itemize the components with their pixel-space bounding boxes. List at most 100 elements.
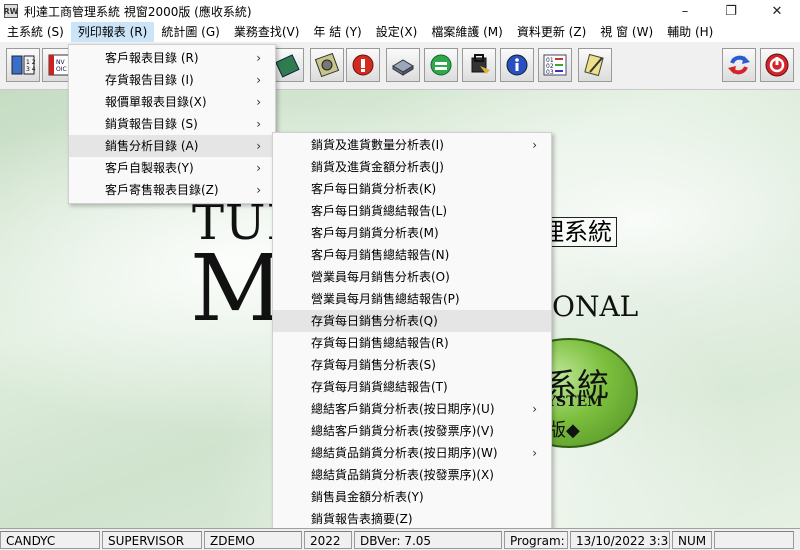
menu-item-label: 客戶自製報表(Y) — [105, 161, 194, 175]
oval-text-system: YSTEM — [546, 394, 603, 410]
menu-consignment-reports[interactable]: 客戶寄售報表目錄(Z) › — [69, 179, 275, 201]
status-company: ZDEMO — [204, 530, 302, 549]
book-button[interactable]: 1 23 4 — [6, 48, 40, 82]
svg-text:3 4: 3 4 — [26, 66, 36, 73]
restore-icon: ❐ — [725, 3, 737, 19]
close-icon: ✕ — [771, 3, 783, 19]
menu-item-label: 銷貨及進貨金額分析表(J) — [311, 160, 444, 174]
menu-sales-reports[interactable]: 銷貨報告目錄 (S) › — [69, 113, 275, 135]
status-db-version: DBVer: 7.05 — [354, 530, 502, 549]
oval-text-version: 版◆ — [548, 420, 580, 441]
edit-icon — [584, 53, 604, 77]
menu-sales-analysis[interactable]: 銷售分析目錄 (A) › — [69, 135, 275, 157]
menu-custom-reports[interactable]: 客戶自製報表(Y) › — [69, 157, 275, 179]
menu-item-label: 存貨每月銷售分析表(S) — [311, 358, 436, 372]
svg-text:03: 03 — [546, 69, 554, 76]
menu-item-label: 客戶每月銷貨分析表(M) — [311, 226, 439, 240]
submenu-item-m[interactable]: 客戶每月銷貨分析表(M) — [273, 222, 551, 244]
submenu-arrow-icon: › — [256, 95, 261, 109]
svg-text:OIC: OIC — [56, 66, 67, 73]
globe-icon — [430, 54, 452, 76]
submenu-item-r[interactable]: 存貨每日銷售總結報告(R) — [273, 332, 551, 354]
submenu-arrow-icon: › — [532, 138, 537, 152]
minimize-button[interactable]: – — [662, 0, 708, 22]
hard-drive-button[interactable] — [386, 48, 420, 82]
menu-item-label: 銷貨報告表摘要(Z) — [311, 512, 413, 526]
menu-item-label: 總結客戶銷貨分析表(按發票序)(V) — [311, 424, 494, 438]
gear-disk-button[interactable] — [310, 48, 344, 82]
menu-item-label: 總結貨品銷貨分析表(按發票序)(X) — [311, 468, 494, 482]
menu-print-reports[interactable]: 列印報表 (R) — [70, 22, 155, 42]
menu-item-label: 客戶每月銷售總結報告(N) — [311, 248, 450, 262]
menu-data-update[interactable]: 資料更新 (Z) — [510, 22, 593, 42]
status-bar: CANDYC SUPERVISOR ZDEMO 2022 DBVer: 7.05… — [0, 528, 800, 550]
menu-main-system[interactable]: 主系統 (S) — [0, 22, 71, 42]
menu-item-label: 客戶每日銷貨分析表(K) — [311, 182, 437, 196]
key-button[interactable] — [462, 48, 496, 82]
list-button[interactable]: 01 02 03 — [538, 48, 572, 82]
submenu-item-t[interactable]: 存貨每月銷貨總結報告(T) — [273, 376, 551, 398]
brand-text-m: M — [190, 235, 285, 342]
hard-drive-icon — [392, 59, 414, 76]
menu-item-label: 營業員每月銷售分析表(O) — [311, 270, 450, 284]
menu-quotation-reports[interactable]: 報價單報表目錄(X) › — [69, 91, 275, 113]
status-extra — [714, 530, 794, 549]
refresh-icon — [728, 55, 750, 75]
submenu-item-o[interactable]: 營業員每月銷售分析表(O) — [273, 266, 551, 288]
refresh-button[interactable] — [722, 48, 756, 82]
menu-item-label: 客戶報表目錄 (R) — [105, 51, 199, 65]
menu-year-end[interactable]: 年 結 (Y) — [306, 22, 368, 42]
menu-help[interactable]: 輔助 (H) — [660, 22, 720, 42]
minimize-icon: – — [681, 3, 689, 19]
submenu-item-v[interactable]: 總結客戶銷貨分析表(按發票序)(V) — [273, 420, 551, 442]
globe-button[interactable] — [424, 48, 458, 82]
brand-text-onal: ONAL — [552, 290, 639, 323]
menu-item-label: 銷貨報告目錄 (S) — [105, 117, 198, 131]
submenu-item-y[interactable]: 銷售員金額分析表(Y) — [273, 486, 551, 508]
menu-item-label: 營業員每月銷售總結報告(P) — [311, 292, 460, 306]
menu-window[interactable]: 視 窗 (W) — [593, 22, 660, 42]
submenu-item-x[interactable]: 總結貨品銷貨分析表(按發票序)(X) — [273, 464, 551, 486]
stop-button[interactable] — [346, 48, 380, 82]
edit-button[interactable] — [578, 48, 612, 82]
svg-text:NV: NV — [56, 59, 65, 66]
submenu-item-z[interactable]: 銷貨報告表摘要(Z) — [273, 508, 551, 530]
menu-customer-reports[interactable]: 客戶報表目錄 (R) › — [69, 47, 275, 69]
submenu-item-w[interactable]: 總結貨品銷貨分析表(按日期序)(W) › — [273, 442, 551, 464]
submenu-item-q[interactable]: 存貨每日銷售分析表(Q) — [273, 310, 551, 332]
exit-icon — [765, 53, 789, 77]
status-datetime: 13/10/2022 3:32: — [570, 530, 670, 549]
info-button[interactable] — [500, 48, 534, 82]
menu-item-label: 存貨每日銷售分析表(Q) — [311, 314, 438, 328]
submenu-item-i[interactable]: 銷貨及進貨數量分析表(I) › — [273, 134, 551, 156]
menu-item-label: 總結客戶銷貨分析表(按日期序)(U) — [311, 402, 495, 416]
submenu-arrow-icon: › — [256, 139, 261, 153]
menu-item-label: 客戶每日銷貨總結報告(L) — [311, 204, 448, 218]
book-icon: 1 23 4 — [11, 55, 36, 75]
submenu-item-k[interactable]: 客戶每日銷貨分析表(K) — [273, 178, 551, 200]
menu-item-label: 銷貨及進貨數量分析表(I) — [311, 138, 444, 152]
exit-button[interactable] — [760, 48, 794, 82]
svg-text:1 2: 1 2 — [26, 59, 36, 66]
app-icon[interactable]: RW — [4, 4, 19, 18]
menu-file-maintenance[interactable]: 檔案維護 (M) — [424, 22, 510, 42]
menu-item-label: 存貨每日銷售總結報告(R) — [311, 336, 449, 350]
close-button[interactable]: ✕ — [754, 0, 800, 22]
submenu-item-s[interactable]: 存貨每月銷售分析表(S) — [273, 354, 551, 376]
status-numlock: NUM — [672, 530, 712, 549]
menu-item-label: 客戶寄售報表目錄(Z) — [105, 183, 219, 197]
menu-settings[interactable]: 設定(X) — [369, 22, 425, 42]
menu-inventory-reports[interactable]: 存貨報告目錄 (I) › — [69, 69, 275, 91]
menu-charts[interactable]: 統計圖 (G) — [154, 22, 226, 42]
menu-business-lookup[interactable]: 業務查找(V) — [227, 22, 307, 42]
submenu-item-j[interactable]: 銷貨及進貨金額分析表(J) — [273, 156, 551, 178]
submenu-item-p[interactable]: 營業員每月銷售總結報告(P) — [273, 288, 551, 310]
gear-disk-icon — [314, 52, 340, 78]
submenu-item-l[interactable]: 客戶每日銷貨總結報告(L) — [273, 200, 551, 222]
submenu-item-n[interactable]: 客戶每月銷售總結報告(N) — [273, 244, 551, 266]
menu-item-label: 存貨報告目錄 (I) — [105, 73, 194, 87]
submenu-arrow-icon: › — [532, 402, 537, 416]
list-icon: 010203 — [543, 54, 567, 76]
maximize-button[interactable]: ❐ — [708, 0, 754, 22]
submenu-item-u[interactable]: 總結客戶銷貨分析表(按日期序)(U) › — [273, 398, 551, 420]
